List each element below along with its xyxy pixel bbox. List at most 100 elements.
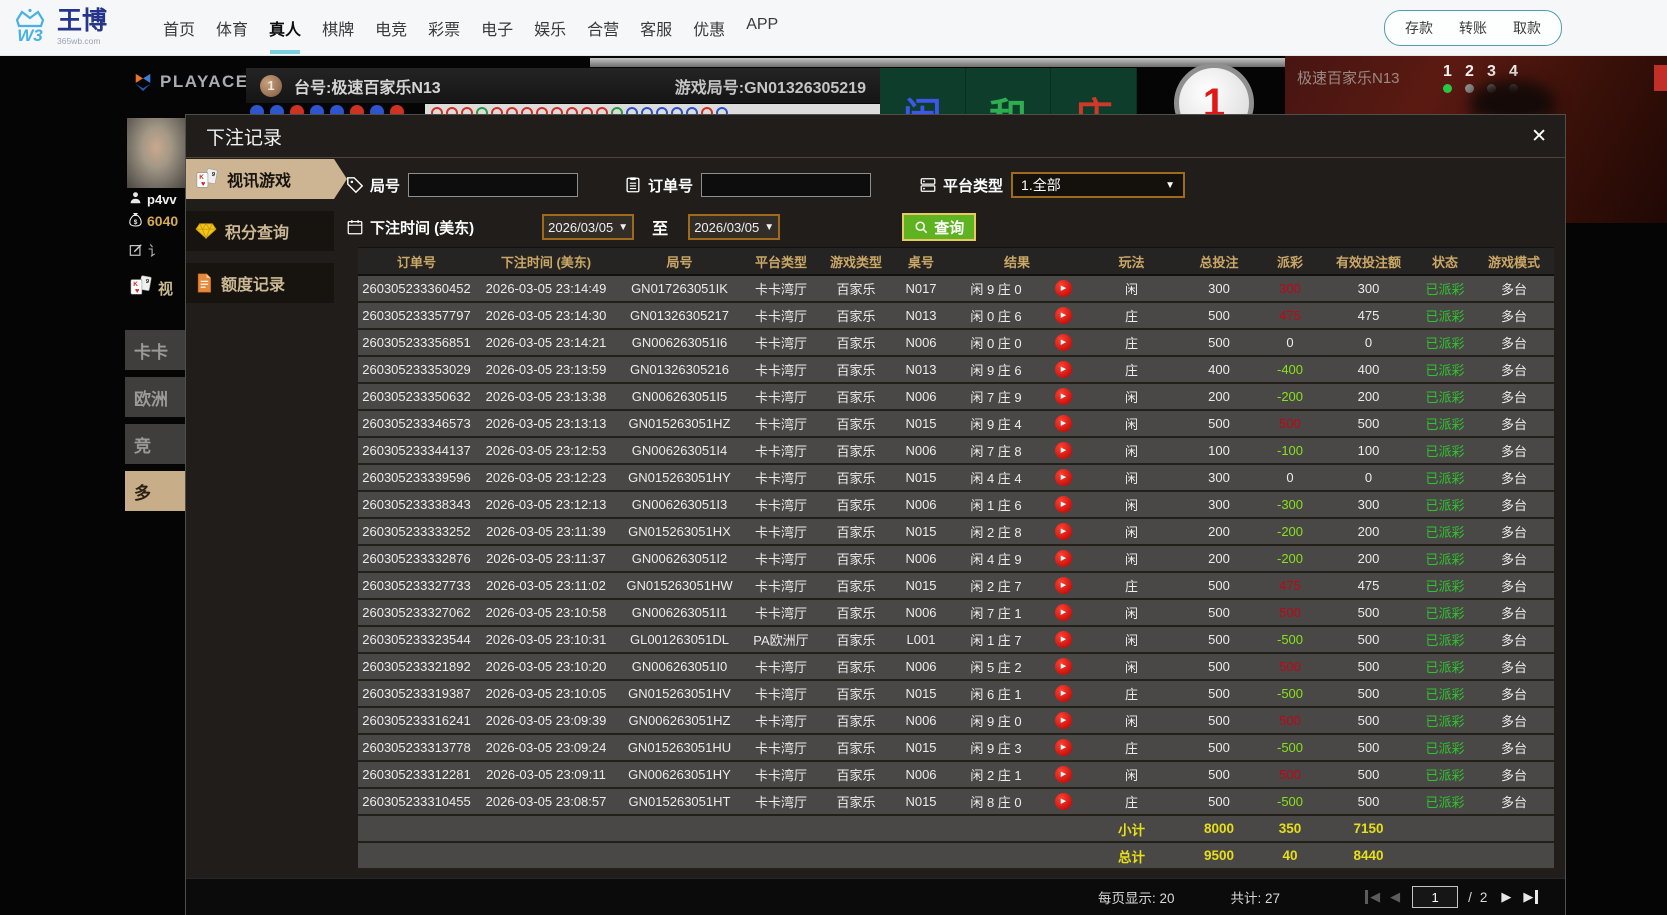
nav-item[interactable]: 棋牌 bbox=[322, 16, 354, 40]
nav-item[interactable]: 电竞 bbox=[375, 16, 407, 40]
date-from-select[interactable]: 2026/03/05 ▼ bbox=[542, 214, 634, 240]
play-icon: ▶ bbox=[1061, 798, 1066, 805]
sidebar-item[interactable]: 9K♥视讯游戏 bbox=[186, 159, 334, 199]
site-logo[interactable]: W3 王博 365wb.com bbox=[10, 5, 107, 50]
replay-button[interactable]: ▶ bbox=[1055, 577, 1072, 594]
replay-button[interactable]: ▶ bbox=[1055, 766, 1072, 783]
tag-icon bbox=[346, 176, 364, 194]
cell-order-id: 260305233353029 bbox=[358, 362, 475, 377]
replay-button[interactable]: ▶ bbox=[1055, 550, 1072, 567]
video-menu-row[interactable]: 9K♥ 视 bbox=[129, 275, 173, 301]
replay-button[interactable]: ▶ bbox=[1055, 604, 1072, 621]
cell-table-no: N015 bbox=[892, 740, 950, 755]
modal-title: 下注记录 bbox=[206, 123, 282, 150]
platform-select[interactable]: 1.全部 ▼ bbox=[1011, 172, 1185, 198]
replay-button[interactable]: ▶ bbox=[1055, 469, 1072, 486]
sidebar-item[interactable]: 积分查询 bbox=[186, 211, 334, 251]
replay-button[interactable]: ▶ bbox=[1055, 415, 1072, 432]
hall-tab[interactable]: 竞 bbox=[125, 424, 186, 464]
edit-row[interactable]: 讠 bbox=[129, 241, 162, 261]
cell-table-no: N015 bbox=[892, 794, 950, 809]
nav-item[interactable]: 合营 bbox=[587, 16, 619, 40]
cell-result: 闲 1 庄 6 bbox=[950, 495, 1042, 514]
hall-tab[interactable]: 多 bbox=[125, 471, 186, 511]
nav-item[interactable]: APP bbox=[746, 16, 778, 40]
close-icon[interactable]: ✕ bbox=[1531, 125, 1547, 148]
last-page-button[interactable]: ▶ bbox=[1523, 890, 1538, 904]
nav-item[interactable]: 娱乐 bbox=[534, 16, 566, 40]
nav-item[interactable]: 彩票 bbox=[428, 16, 460, 40]
replay-button[interactable]: ▶ bbox=[1055, 442, 1072, 459]
nav-item[interactable]: 优惠 bbox=[693, 16, 725, 40]
cell-status: 已派彩 bbox=[1416, 495, 1474, 514]
cell-result: 闲 9 庄 4 bbox=[950, 414, 1042, 433]
wallet-button[interactable]: 转账 bbox=[1459, 18, 1487, 38]
sidebar-item[interactable]: 额度记录 bbox=[186, 263, 334, 303]
cell-replay: ▶ bbox=[1042, 415, 1084, 432]
replay-button[interactable]: ▶ bbox=[1055, 361, 1072, 378]
cell-total-bet: 500 bbox=[1179, 578, 1259, 593]
date-to-select[interactable]: 2026/03/05 ▼ bbox=[688, 214, 780, 240]
play-icon: ▶ bbox=[1061, 717, 1066, 724]
cell-bet-on: 闲 bbox=[1084, 522, 1179, 541]
cell-result: 闲 9 庄 6 bbox=[950, 360, 1042, 379]
order-input[interactable] bbox=[701, 173, 871, 197]
cell-status: 已派彩 bbox=[1416, 387, 1474, 406]
cell-game-type: 百家乐 bbox=[820, 441, 892, 460]
replay-button[interactable]: ▶ bbox=[1055, 280, 1072, 297]
cell-game-type: 百家乐 bbox=[820, 306, 892, 325]
replay-button[interactable]: ▶ bbox=[1055, 739, 1072, 756]
round-input[interactable] bbox=[408, 173, 578, 197]
cell-bet-on: 庄 bbox=[1084, 306, 1179, 325]
camera-button[interactable]: 1 bbox=[1443, 63, 1452, 93]
play-icon: ▶ bbox=[1061, 447, 1066, 454]
replay-button[interactable]: ▶ bbox=[1055, 712, 1072, 729]
hall-tab[interactable]: 欧洲 bbox=[125, 377, 186, 417]
search-button[interactable]: 查询 bbox=[902, 213, 976, 241]
total-pages-label: 2 bbox=[1480, 890, 1488, 905]
cell-bet-time: 2026-03-05 23:08:57 bbox=[475, 794, 617, 809]
first-page-button[interactable]: ◀ bbox=[1365, 890, 1380, 904]
cell-game-type: 百家乐 bbox=[820, 603, 892, 622]
replay-button[interactable]: ▶ bbox=[1055, 658, 1072, 675]
current-page-input[interactable]: 1 bbox=[1412, 886, 1458, 908]
cell-result: 闲 0 庄 0 bbox=[950, 333, 1042, 352]
play-icon: ▶ bbox=[1061, 366, 1066, 373]
bet-records-table: 订单号下注时间 (美东)局号平台类型游戏类型桌号结果玩法总投注派彩有效投注额状态… bbox=[358, 247, 1554, 870]
table-row: 2603052333328762026-03-05 23:11:37GN0062… bbox=[358, 546, 1554, 573]
date-to-label: 至 bbox=[652, 215, 668, 239]
doc-icon bbox=[195, 273, 213, 293]
wallet-button[interactable]: 取款 bbox=[1513, 18, 1541, 38]
replay-button[interactable]: ▶ bbox=[1055, 307, 1072, 324]
cell-result: 闲 9 庄 3 bbox=[950, 738, 1042, 757]
table-row: 2603052333441372026-03-05 23:12:53GN0062… bbox=[358, 438, 1554, 465]
replay-button[interactable]: ▶ bbox=[1055, 334, 1072, 351]
hall-tab[interactable]: 卡卡 bbox=[125, 330, 186, 370]
nav-item[interactable]: 首页 bbox=[163, 16, 195, 40]
replay-button[interactable]: ▶ bbox=[1055, 631, 1072, 648]
cell-result: 闲 2 庄 1 bbox=[950, 765, 1042, 784]
replay-button[interactable]: ▶ bbox=[1055, 388, 1072, 405]
column-header: 桌号 bbox=[892, 252, 950, 271]
nav-item[interactable]: 客服 bbox=[640, 16, 672, 40]
wallet-button[interactable]: 存款 bbox=[1405, 18, 1433, 38]
replay-button[interactable]: ▶ bbox=[1055, 793, 1072, 810]
cell-game-type: 百家乐 bbox=[820, 765, 892, 784]
nav-item[interactable]: 体育 bbox=[216, 16, 248, 40]
next-page-button[interactable]: ▶ bbox=[1501, 890, 1511, 904]
total-count-label: 共计: 27 bbox=[1231, 887, 1281, 907]
replay-button[interactable]: ▶ bbox=[1055, 523, 1072, 540]
nav-item[interactable]: 电子 bbox=[481, 16, 513, 40]
video-edge-button[interactable] bbox=[1654, 65, 1667, 91]
cell-status: 已派彩 bbox=[1416, 792, 1474, 811]
video-partial-label: 视 bbox=[158, 278, 173, 299]
replay-button[interactable]: ▶ bbox=[1055, 496, 1072, 513]
cell-table-no: N006 bbox=[892, 443, 950, 458]
cell-bet-time: 2026-03-05 23:14:49 bbox=[475, 281, 617, 296]
prev-page-button[interactable]: ◀ bbox=[1390, 890, 1400, 904]
cell-valid-bet: 300 bbox=[1321, 497, 1416, 512]
table-row: 2603052333235442026-03-05 23:10:31GL0012… bbox=[358, 627, 1554, 654]
cell-result: 闲 6 庄 1 bbox=[950, 684, 1042, 703]
replay-button[interactable]: ▶ bbox=[1055, 685, 1072, 702]
nav-item[interactable]: 真人 bbox=[269, 16, 301, 40]
